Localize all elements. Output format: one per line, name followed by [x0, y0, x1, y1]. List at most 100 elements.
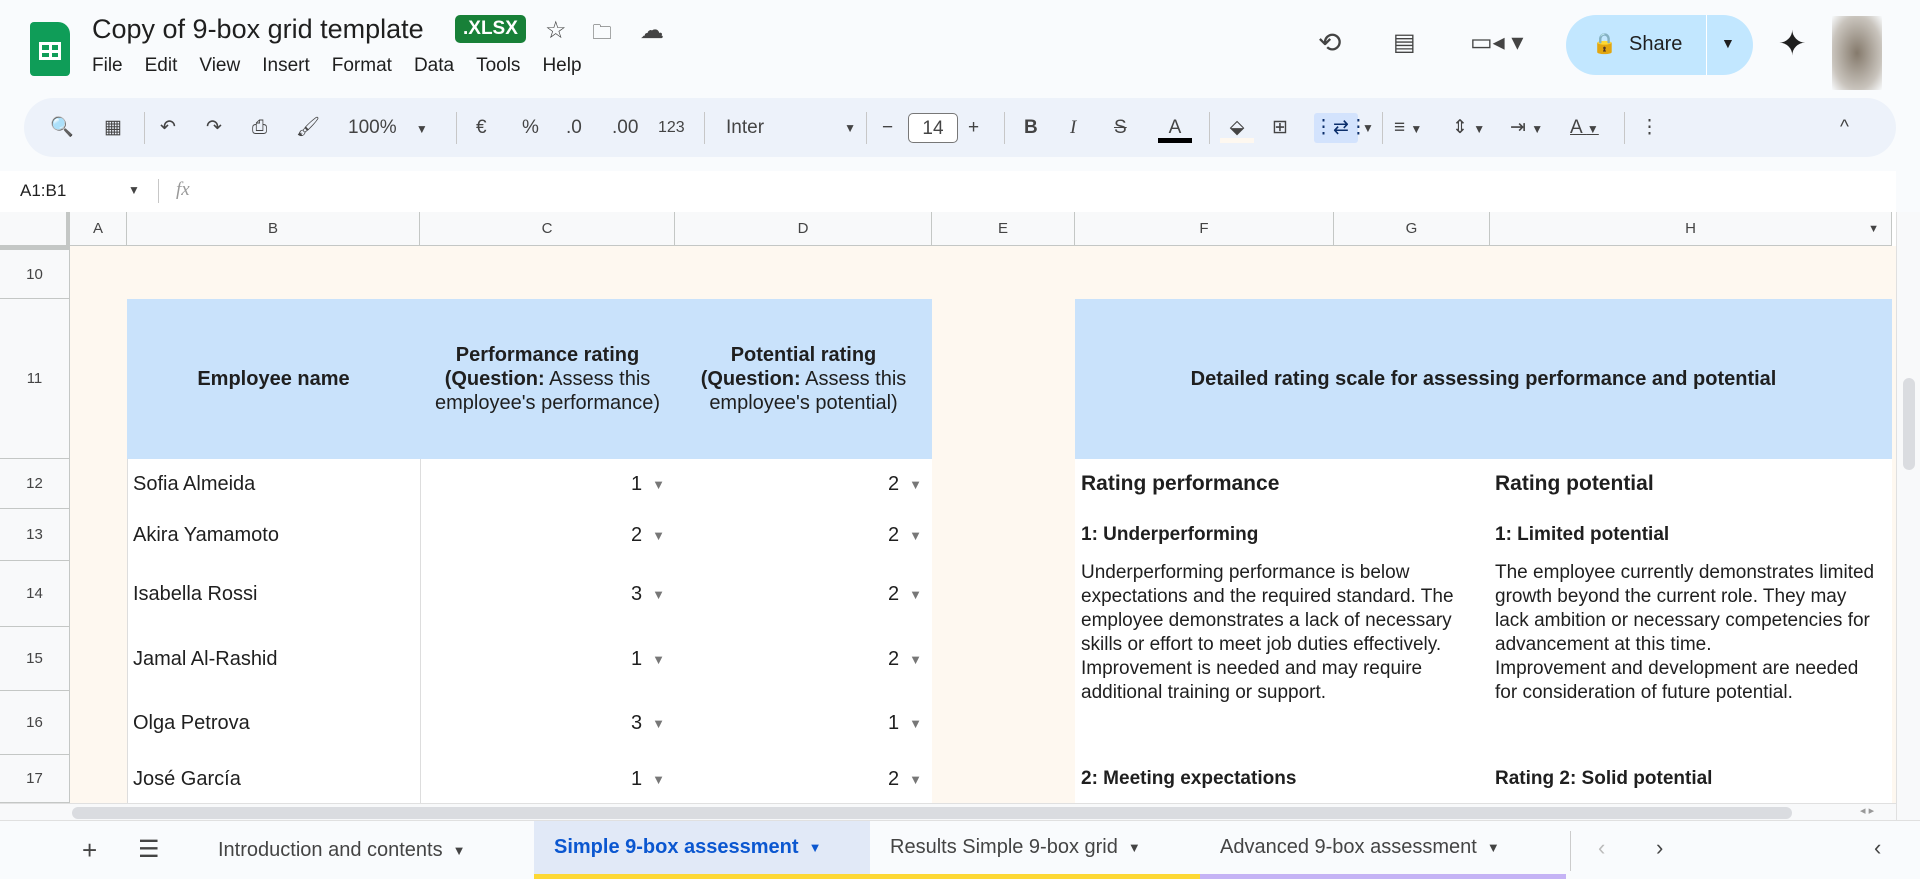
- dropdown-arrow-icon[interactable]: ▼: [652, 477, 665, 492]
- horizontal-align-icon[interactable]: ≡ ▼: [1394, 113, 1422, 143]
- menu-data[interactable]: Data: [414, 55, 454, 77]
- text-rotation-icon[interactable]: A ▼: [1570, 113, 1599, 143]
- spreadsheet-grid[interactable]: A B C D E F G H ▼ 10 11 12 13 14 15 16 17…: [0, 212, 1896, 803]
- column-header-g[interactable]: G: [1334, 212, 1490, 246]
- add-sheet-icon[interactable]: +: [82, 835, 97, 866]
- decrease-font-size[interactable]: −: [882, 113, 893, 143]
- merge-cells-icon[interactable]: ⋮⇄⋮: [1314, 113, 1368, 143]
- cloud-saved-icon[interactable]: ☁: [640, 16, 664, 45]
- column-header-c[interactable]: C: [420, 212, 675, 246]
- perf-1-description[interactable]: Underperforming performance is below exp…: [1081, 561, 1481, 705]
- decrease-decimal[interactable]: .0: [566, 113, 582, 143]
- dropdown-arrow-icon[interactable]: ▼: [909, 716, 922, 731]
- column-header-d[interactable]: D: [675, 212, 932, 246]
- star-icon[interactable]: ☆: [545, 16, 567, 45]
- row-header-13[interactable]: 13: [0, 509, 70, 561]
- row-header-17[interactable]: 17: [0, 755, 70, 803]
- print-icon[interactable]: ⎙: [252, 113, 267, 143]
- document-title[interactable]: Copy of 9-box grid template: [92, 14, 424, 45]
- share-button[interactable]: 🔒 Share ▼: [1566, 15, 1753, 75]
- dropdown-arrow-icon[interactable]: ▼: [909, 587, 922, 602]
- menu-tools[interactable]: Tools: [476, 55, 520, 77]
- header-performance-rating[interactable]: Performance rating (Question: Assess this…: [420, 299, 675, 459]
- move-folder-icon[interactable]: 🗀: [592, 18, 612, 52]
- borders-icon[interactable]: ⊞: [1272, 113, 1288, 143]
- side-panel-toggle-icon[interactable]: ‹: [1874, 835, 1881, 861]
- row-header-12[interactable]: 12: [0, 459, 70, 509]
- currency-format[interactable]: €: [476, 113, 487, 143]
- column-header-b[interactable]: B: [127, 212, 420, 246]
- column-header-e[interactable]: E: [932, 212, 1075, 246]
- menu-file[interactable]: File: [92, 55, 123, 77]
- pot-1-description[interactable]: The employee currently demonstrates limi…: [1495, 561, 1880, 705]
- search-menus-icon[interactable]: 🔍: [50, 113, 74, 143]
- performance-rating-dropdown[interactable]: 1 ▼: [420, 627, 665, 691]
- vertical-align-icon[interactable]: ⇕ ▼: [1452, 113, 1485, 143]
- vertical-scroll-thumb[interactable]: [1903, 378, 1915, 470]
- potential-rating-dropdown[interactable]: 2 ▼: [675, 459, 922, 509]
- menu-edit[interactable]: Edit: [145, 55, 178, 77]
- zoom-select[interactable]: 100% ▼: [348, 113, 428, 143]
- column-header-a[interactable]: A: [70, 212, 127, 246]
- dropdown-arrow-icon[interactable]: ▼: [909, 652, 922, 667]
- avatar[interactable]: [1832, 16, 1882, 90]
- menu-help[interactable]: Help: [542, 55, 581, 77]
- row-header-16[interactable]: 16: [0, 691, 70, 755]
- column-header-f[interactable]: F: [1075, 212, 1334, 246]
- share-dropdown-icon[interactable]: ▼: [1721, 35, 1735, 51]
- row-header-14[interactable]: 14: [0, 561, 70, 627]
- gemini-icon[interactable]: ✦: [1778, 24, 1807, 64]
- increase-font-size[interactable]: +: [968, 113, 979, 143]
- header-potential-rating[interactable]: Potential rating (Question: Assess this e…: [675, 299, 932, 459]
- dropdown-arrow-icon[interactable]: ▼: [652, 587, 665, 602]
- undo-icon[interactable]: ↶: [160, 113, 176, 143]
- new-sheet-icon[interactable]: ▦: [104, 113, 122, 143]
- perf-2-title[interactable]: 2: Meeting expectations: [1081, 755, 1296, 803]
- menu-view[interactable]: View: [199, 55, 240, 77]
- fill-color-icon[interactable]: ⬙: [1220, 113, 1254, 143]
- dropdown-arrow-icon[interactable]: ▼: [909, 528, 922, 543]
- comments-icon[interactable]: ▤: [1393, 28, 1416, 57]
- more-formats[interactable]: 123: [658, 113, 685, 143]
- row-header-10[interactable]: 10: [0, 246, 70, 299]
- performance-rating-dropdown[interactable]: 2 ▼: [420, 509, 665, 561]
- dropdown-arrow-icon[interactable]: ▼: [652, 772, 665, 787]
- italic-icon[interactable]: I: [1070, 113, 1076, 143]
- redo-icon[interactable]: ↷: [206, 113, 222, 143]
- rating-potential-heading[interactable]: Rating potential: [1495, 459, 1654, 509]
- employee-name-cell[interactable]: Sofia Almeida: [133, 459, 255, 509]
- potential-rating-dropdown[interactable]: 1 ▼: [675, 691, 922, 755]
- sheet-tab-advanced-assessment[interactable]: Advanced 9-box assessment ▼: [1200, 821, 1566, 879]
- sheet-tab-results-simple[interactable]: Results Simple 9-box grid ▼: [870, 821, 1200, 879]
- dropdown-arrow-icon[interactable]: ▼: [909, 477, 922, 492]
- hide-menus-icon[interactable]: ^: [1840, 113, 1849, 143]
- menu-insert[interactable]: Insert: [262, 55, 310, 77]
- text-wrapping-icon[interactable]: ⇥ ▼: [1510, 113, 1543, 143]
- header-employee-name[interactable]: Employee name: [127, 299, 420, 459]
- all-sheets-icon[interactable]: ☰: [138, 835, 160, 864]
- formula-input[interactable]: [220, 179, 1820, 205]
- performance-rating-dropdown[interactable]: 3 ▼: [420, 561, 665, 627]
- column-menu-icon[interactable]: ▼: [1868, 212, 1879, 246]
- select-all-corner[interactable]: [0, 212, 70, 246]
- row-header-15[interactable]: 15: [0, 627, 70, 691]
- percent-format[interactable]: %: [522, 113, 539, 143]
- sheet-tab-simple-assessment[interactable]: Simple 9-box assessment ▼: [534, 821, 870, 879]
- row-header-11[interactable]: 11: [0, 299, 70, 459]
- name-box[interactable]: A1:B1: [20, 181, 66, 201]
- more-options-icon[interactable]: ⋮: [1640, 113, 1659, 143]
- bold-icon[interactable]: B: [1024, 113, 1038, 143]
- performance-rating-dropdown[interactable]: 1 ▼: [420, 755, 665, 803]
- scroll-left-arrow[interactable]: ◂ ▸: [1860, 804, 1874, 817]
- pot-2-title[interactable]: Rating 2: Solid potential: [1495, 755, 1712, 803]
- pot-1-title[interactable]: 1: Limited potential: [1495, 509, 1669, 561]
- name-box-dropdown-icon[interactable]: ▼: [128, 183, 140, 197]
- paint-format-icon[interactable]: 🖌: [296, 113, 320, 143]
- potential-rating-dropdown[interactable]: 2 ▼: [675, 561, 922, 627]
- font-size-input[interactable]: 14: [908, 113, 958, 143]
- menu-format[interactable]: Format: [332, 55, 392, 77]
- performance-rating-dropdown[interactable]: 1 ▼: [420, 459, 665, 509]
- potential-rating-dropdown[interactable]: 2 ▼: [675, 509, 922, 561]
- sheet-tab-introduction[interactable]: Introduction and contents ▼: [198, 821, 534, 879]
- horizontal-scroll-thumb[interactable]: [72, 807, 1792, 819]
